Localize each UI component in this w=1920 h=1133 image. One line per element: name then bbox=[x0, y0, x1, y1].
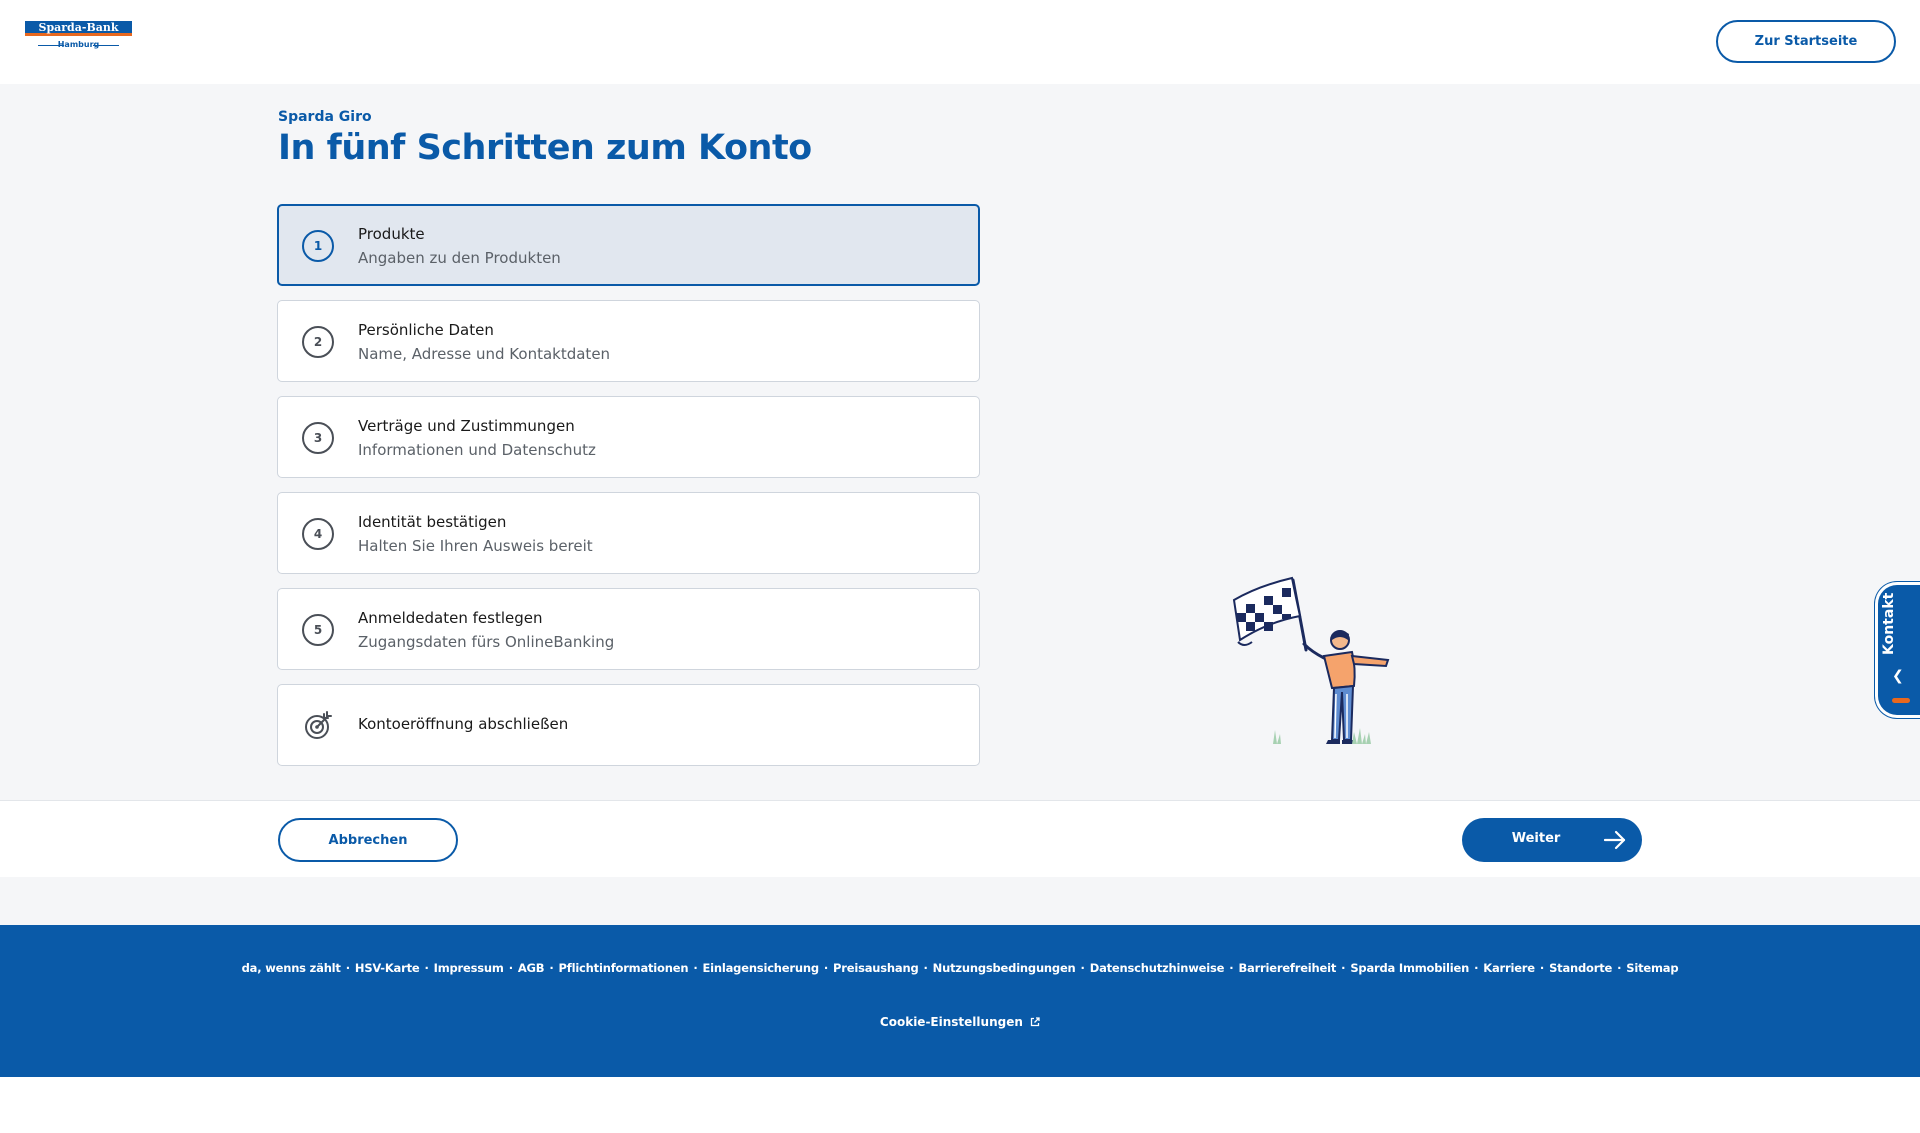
footer-link[interactable]: Sparda Immobilien bbox=[1350, 961, 1469, 975]
logo-wordmark: Sparda-Bank bbox=[25, 21, 132, 36]
footer-link[interactable]: Datenschutzhinweise bbox=[1090, 961, 1225, 975]
footer-link[interactable]: HSV-Karte bbox=[355, 961, 420, 975]
step-1[interactable]: 1 Produkte Angaben zu den Produkten bbox=[277, 204, 980, 286]
main-content: Sparda Giro In fünf Schritten zum Konto … bbox=[0, 84, 1920, 800]
next-button[interactable]: Weiter bbox=[1462, 818, 1642, 862]
next-button-label: Weiter bbox=[1511, 831, 1561, 846]
footer-separator: · bbox=[693, 961, 698, 975]
contact-tab[interactable]: Kontakt ❮ bbox=[1875, 582, 1920, 718]
footer-link[interactable]: Preisaushang bbox=[833, 961, 919, 975]
footer-separator: · bbox=[1229, 961, 1234, 975]
arrow-right-icon bbox=[1604, 830, 1626, 850]
step-number: 3 bbox=[302, 422, 334, 454]
step-list: 1 Produkte Angaben zu den Produkten 2 Pe… bbox=[277, 204, 980, 780]
sparda-bank-logo[interactable]: Sparda-Bank Hamburg bbox=[25, 21, 132, 55]
footer-spacer bbox=[0, 877, 1920, 925]
target-icon bbox=[305, 711, 332, 739]
home-button[interactable]: Zur Startseite bbox=[1716, 20, 1896, 63]
chevron-left-icon: ❮ bbox=[1892, 668, 1904, 684]
page-title: In fünf Schritten zum Konto bbox=[278, 128, 812, 168]
step-number: 4 bbox=[302, 518, 334, 550]
footer-separator: · bbox=[823, 961, 829, 975]
footer-separator: · bbox=[1341, 961, 1346, 975]
step-subtitle: Name, Adresse und Kontaktdaten bbox=[358, 345, 611, 363]
footer-link[interactable]: Standorte bbox=[1549, 961, 1612, 975]
step-title: Anmeldedaten festlegen bbox=[358, 609, 543, 627]
footer-separator: · bbox=[1617, 961, 1622, 975]
step-title: Kontoeröffnung abschließen bbox=[358, 715, 569, 733]
step-subtitle: Informationen und Datenschutz bbox=[358, 441, 596, 459]
step-2[interactable]: 2 Persönliche Daten Name, Adresse und Ko… bbox=[277, 300, 980, 382]
finish-flag-illustration bbox=[1232, 576, 1390, 744]
footer-separator: · bbox=[549, 961, 554, 975]
step-5[interactable]: 5 Anmeldedaten festlegen Zugangsdaten fü… bbox=[277, 588, 980, 670]
footer-link[interactable]: da, wenns zählt bbox=[242, 961, 341, 975]
footer-separator: · bbox=[1080, 961, 1085, 975]
step-title: Produkte bbox=[358, 225, 425, 243]
footer: da, wenns zählt · HSV-Karte · Impressum · AGB ·… bbox=[0, 925, 1920, 1077]
step-4[interactable]: 4 Identität bestätigen Halten Sie Ihren … bbox=[277, 492, 980, 574]
footer-separator: · bbox=[508, 961, 513, 975]
footer-link[interactable]: Einlagensicherung bbox=[703, 961, 820, 975]
step-subtitle: Angaben zu den Produkten bbox=[358, 249, 561, 267]
footer-separator: · bbox=[1474, 961, 1479, 975]
step-subtitle: Zugangsdaten fürs OnlineBanking bbox=[358, 633, 615, 651]
logo-subtitle: Hamburg bbox=[25, 39, 132, 51]
footer-link[interactable]: Impressum bbox=[434, 961, 504, 975]
cookie-settings-label: Cookie-Einstellungen bbox=[879, 1015, 1023, 1029]
footer-separator: · bbox=[345, 961, 350, 975]
step-title: Identität bestätigen bbox=[358, 513, 507, 531]
header: Sparda-Bank Hamburg Zur Startseite bbox=[0, 0, 1920, 84]
cancel-button[interactable]: Abbrechen bbox=[278, 818, 458, 862]
action-bar: Abbrechen Weiter bbox=[0, 800, 1920, 877]
footer-link[interactable]: Pflichtinformationen bbox=[559, 961, 689, 975]
cookie-settings-link[interactable]: Cookie-Einstellungen bbox=[0, 1015, 1920, 1029]
product-overline: Sparda Giro bbox=[278, 109, 372, 125]
step-number: 5 bbox=[302, 614, 334, 646]
step-number: 1 bbox=[302, 230, 334, 262]
footer-link[interactable]: Karriere bbox=[1483, 961, 1535, 975]
step-3[interactable]: 3 Verträge und Zustimmungen Informatione… bbox=[277, 396, 980, 478]
step-subtitle: Halten Sie Ihren Ausweis bereit bbox=[358, 537, 593, 555]
external-link-icon bbox=[1030, 1017, 1040, 1027]
footer-link[interactable]: Sitemap bbox=[1626, 961, 1678, 975]
step-title: Persönliche Daten bbox=[358, 321, 494, 339]
contact-tab-label: Kontakt bbox=[1881, 592, 1897, 655]
step-final[interactable]: Kontoeröffnung abschließen bbox=[277, 684, 980, 766]
step-title: Verträge und Zustimmungen bbox=[358, 417, 575, 435]
footer-separator: · bbox=[424, 961, 429, 975]
footer-separator: · bbox=[923, 961, 928, 975]
footer-separator: · bbox=[1539, 961, 1545, 975]
footer-link[interactable]: Barrierefreiheit bbox=[1238, 961, 1336, 975]
footer-link[interactable]: Nutzungsbedingungen bbox=[933, 961, 1076, 975]
step-number: 2 bbox=[302, 326, 334, 358]
contact-tab-accent bbox=[1892, 698, 1910, 703]
footer-links: da, wenns zählt · HSV-Karte · Impressum · AGB ·… bbox=[0, 961, 1920, 975]
footer-link[interactable]: AGB bbox=[518, 961, 545, 975]
